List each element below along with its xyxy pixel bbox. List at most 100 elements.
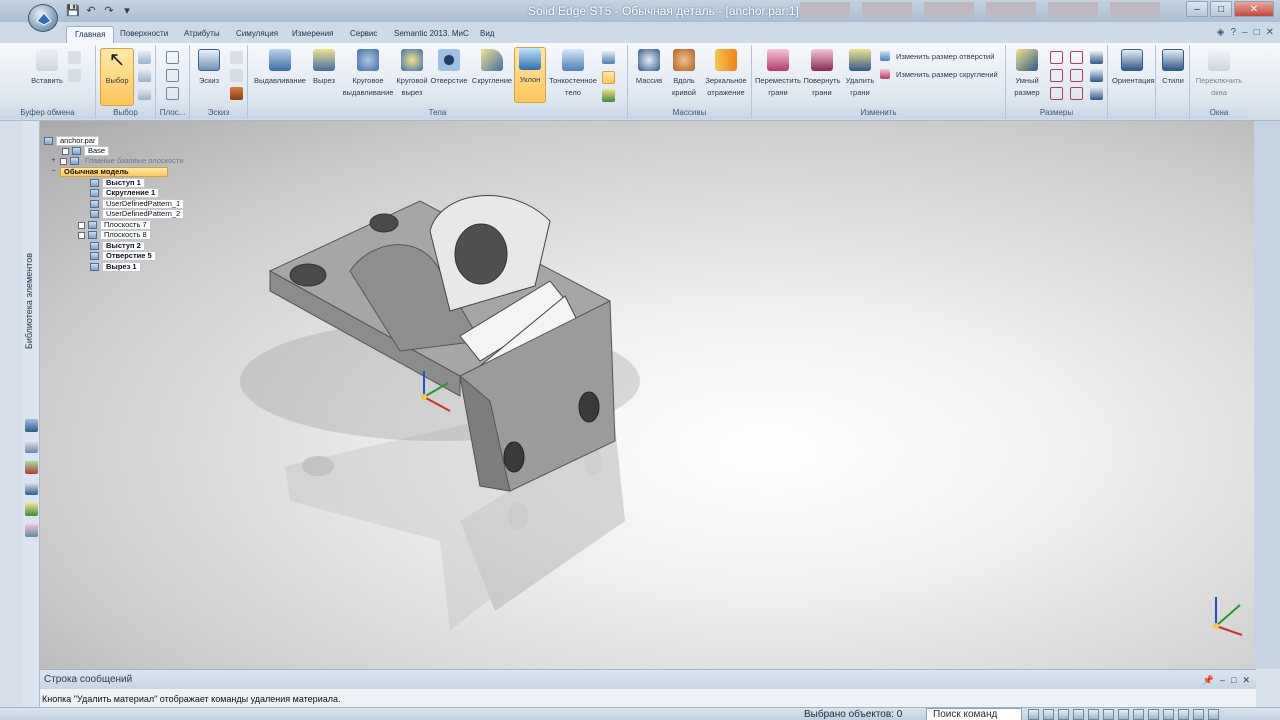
redo-icon[interactable]: ↷ [102, 3, 116, 17]
resize-rounds-item[interactable]: Изменить размер скруглений [896, 70, 998, 79]
zoom-area-icon[interactable] [1028, 709, 1039, 720]
fit-icon[interactable] [1058, 709, 1069, 720]
save-icon[interactable]: 💾 [66, 3, 80, 17]
side-icon-variables[interactable] [25, 524, 38, 537]
customize-qat-icon[interactable]: ▾ [120, 3, 134, 17]
dim-tool-icon-4[interactable] [1070, 51, 1083, 64]
move-faces-button[interactable]: Переместить грани [754, 49, 802, 99]
tree-root[interactable]: anchor.par [44, 136, 100, 146]
feature-library-tab[interactable]: Библиотека элементов [24, 253, 38, 349]
shading-icon[interactable] [1133, 709, 1144, 720]
tab-simulation[interactable]: Симуляция [228, 26, 286, 43]
tab-attributes[interactable]: Атрибуты [176, 26, 228, 43]
body-tool-icon-3[interactable] [602, 89, 615, 102]
tree-feature[interactable]: Плоскость 7 [78, 220, 151, 230]
panel-minimize-icon[interactable]: – [1220, 675, 1225, 686]
section-view-icon[interactable] [1148, 709, 1159, 720]
base-visibility-checkbox[interactable] [62, 147, 69, 155]
tree-feature[interactable]: Отверстие 5 [90, 251, 156, 261]
pan-icon[interactable] [1073, 709, 1084, 720]
orient-button[interactable]: Ориентация [1112, 49, 1155, 87]
styles-button[interactable]: Стили [1158, 49, 1188, 87]
render-style-icon[interactable] [1118, 709, 1129, 720]
pattern-button[interactable]: Массив [632, 49, 666, 87]
mirror-button[interactable]: Зеркальное отражение [702, 49, 750, 99]
hole-button[interactable]: Отверстие [430, 49, 468, 87]
dim-tool-icon-9[interactable] [1090, 87, 1103, 100]
plane-icon-1[interactable] [166, 51, 179, 64]
pin-icon[interactable]: ◈ [1217, 27, 1225, 38]
paste-button[interactable]: Вставить [30, 49, 64, 87]
tree-feature[interactable]: UserDefinedPattern_1 [90, 199, 185, 209]
panel-close-icon[interactable]: ✕ [1242, 675, 1250, 686]
side-icon-families[interactable] [25, 503, 38, 516]
ribbon-close-icon[interactable]: ✕ [1266, 27, 1274, 38]
tree-ordered-model[interactable]: − Обычная модель [50, 167, 168, 177]
tree-feature[interactable]: Выступ 1 [90, 178, 145, 188]
revolve-button[interactable]: Круговое выдавливание [340, 49, 396, 99]
tree-feature[interactable]: Вырез 1 [90, 262, 141, 272]
tree-feature[interactable]: UserDefinedPattern_2 [90, 209, 185, 219]
smart-dimension-button[interactable]: Умный размер [1010, 49, 1044, 99]
plane-visibility-checkbox[interactable] [78, 231, 85, 239]
side-icon-layers[interactable] [25, 440, 38, 453]
revolved-cut-button[interactable]: Круговой вырез [394, 49, 430, 99]
camera-icon[interactable] [1193, 709, 1204, 720]
collapse-icon[interactable]: − [50, 168, 57, 176]
along-curve-button[interactable]: Вдоль кривой [668, 49, 700, 99]
ribbon-restore-icon[interactable]: □ [1254, 27, 1260, 38]
cut-icon[interactable] [68, 51, 81, 64]
body-tool-icon-2[interactable] [602, 71, 615, 84]
select-option-icon-1[interactable] [138, 51, 151, 64]
part-model-graphic[interactable] [40, 121, 1254, 669]
tree-base[interactable]: Base [62, 146, 110, 156]
dim-tool-icon-8[interactable] [1090, 69, 1103, 82]
rotate-faces-button[interactable]: Повернуть грани [802, 49, 842, 99]
tab-home[interactable]: Главная [66, 26, 115, 43]
cut-button[interactable]: Вырез [308, 49, 340, 87]
side-icon-relations[interactable] [25, 461, 38, 474]
tab-view[interactable]: Вид [472, 26, 502, 43]
minimize-icon[interactable]: – [1186, 1, 1208, 17]
tree-base-planes[interactable]: + Главные базовые плоскости [50, 156, 187, 166]
tab-tools[interactable]: Сервис [342, 26, 385, 43]
dim-tool-icon-2[interactable] [1050, 69, 1063, 82]
delete-faces-button[interactable]: Удалить грани [842, 49, 878, 99]
plane-visibility-checkbox[interactable] [78, 221, 85, 229]
planes-visibility-checkbox[interactable] [60, 157, 67, 165]
3d-viewport[interactable]: anchor.par Base + Главные базовые плоско… [40, 121, 1254, 669]
tab-semantic[interactable]: Semantic 2013. МиС [386, 26, 477, 43]
dim-tool-icon-7[interactable] [1090, 51, 1103, 64]
select-option-icon-3[interactable] [138, 87, 151, 100]
rotate-icon[interactable] [1088, 709, 1099, 720]
switch-windows-button[interactable]: Переключить окна [1192, 49, 1246, 99]
dim-tool-icon-5[interactable] [1070, 69, 1083, 82]
sketch-button[interactable]: Эскиз [194, 49, 224, 87]
display-options-icon[interactable] [1163, 709, 1174, 720]
more-tools-icon[interactable] [1178, 709, 1189, 720]
draft-button[interactable]: Уклон [514, 47, 546, 103]
tree-feature[interactable]: Скругление 1 [90, 188, 160, 198]
tab-surfaces[interactable]: Поверхности [112, 26, 176, 43]
side-icon-sensors[interactable] [25, 482, 38, 495]
ribbon-minimize-icon[interactable]: – [1242, 27, 1248, 38]
restore-icon[interactable]: □ [1210, 1, 1232, 17]
view-orient-icon[interactable] [1103, 709, 1114, 720]
sketch-tool-icon-2[interactable] [230, 69, 243, 82]
body-tool-icon-1[interactable] [602, 51, 615, 64]
dim-tool-icon-6[interactable] [1070, 87, 1083, 100]
select-option-icon-2[interactable] [138, 69, 151, 82]
panel-restore-icon[interactable]: □ [1231, 675, 1236, 686]
help-status-icon[interactable] [1208, 709, 1219, 720]
application-button[interactable] [28, 4, 58, 32]
zoom-icon[interactable] [1043, 709, 1054, 720]
help-icon[interactable]: ? [1230, 27, 1236, 38]
side-icon-features[interactable] [25, 419, 38, 432]
round-button[interactable]: Скругление [470, 49, 514, 87]
select-button[interactable]: ↖ Выбор [100, 48, 134, 106]
expand-icon[interactable]: + [50, 157, 57, 165]
command-search-input[interactable]: Поиск команд [926, 708, 1022, 720]
undo-icon[interactable]: ↶ [84, 3, 98, 17]
view-orientation-triad[interactable] [1213, 597, 1243, 636]
thin-wall-button[interactable]: Тонкостенное тело [548, 49, 598, 99]
